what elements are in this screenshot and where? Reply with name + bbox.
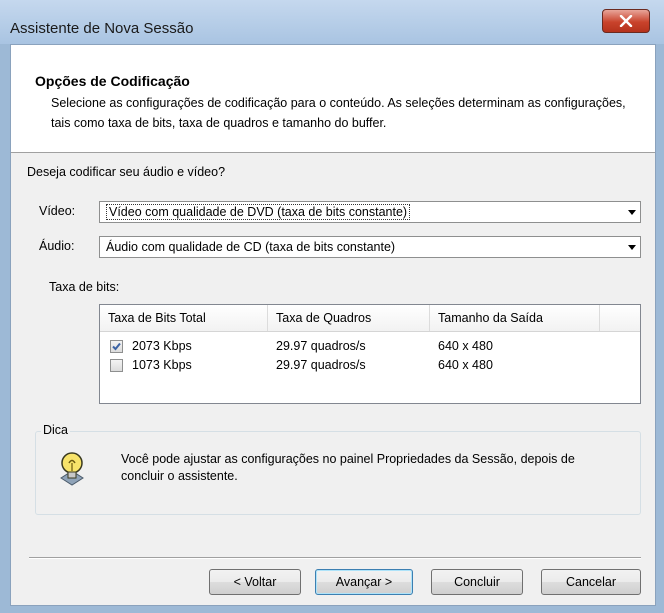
row-checkbox[interactable] xyxy=(110,340,123,353)
table-row[interactable]: 1073 Kbps 29.97 quadros/s 640 x 480 xyxy=(100,356,640,376)
table-row[interactable]: 2073 Kbps 29.97 quadros/s 640 x 480 xyxy=(100,337,640,357)
next-button[interactable]: Avançar > xyxy=(315,569,413,595)
bitrate-list[interactable]: Taxa de Bits Total Taxa de Quadros Taman… xyxy=(99,304,641,404)
finish-button[interactable]: Concluir xyxy=(431,569,523,595)
audio-selected-value: Áudio com qualidade de CD (taxa de bits … xyxy=(106,240,396,254)
size-cell: 640 x 480 xyxy=(438,358,493,372)
video-select[interactable]: Vídeo com qualidade de DVD (taxa de bits… xyxy=(99,201,641,223)
checkmark-icon xyxy=(112,342,121,351)
framerate-cell: 29.97 quadros/s xyxy=(276,339,366,353)
chevron-down-icon[interactable] xyxy=(628,210,636,215)
close-icon xyxy=(619,15,633,27)
page-description: Selecione as configurações de codificaçã… xyxy=(51,96,626,130)
chevron-down-icon[interactable] xyxy=(628,245,636,250)
size-cell: 640 x 480 xyxy=(438,339,493,353)
column-header-filler xyxy=(600,305,640,331)
page-title: Opções de Codificação xyxy=(35,73,190,89)
bitrate-list-header: Taxa de Bits Total Taxa de Quadros Taman… xyxy=(100,305,640,332)
tip-legend: Dica xyxy=(41,423,71,437)
video-selected-value: Vídeo com qualidade de DVD (taxa de bits… xyxy=(106,204,411,220)
footer-divider xyxy=(29,557,641,559)
lightbulb-icon xyxy=(55,450,89,488)
video-label: Vídeo: xyxy=(39,204,76,218)
close-button[interactable] xyxy=(602,9,650,33)
column-header[interactable]: Tamanho da Saída xyxy=(430,305,600,331)
wizard-window: Assistente de Nova Sessão Opções de Codi… xyxy=(0,0,664,613)
row-checkbox[interactable] xyxy=(110,359,123,372)
cancel-button[interactable]: Cancelar xyxy=(541,569,641,595)
bitrate-cell: 1073 Kbps xyxy=(132,358,192,372)
wizard-header: Opções de Codificação Selecione as confi… xyxy=(11,45,655,153)
bitrate-cell: 2073 Kbps xyxy=(132,339,192,353)
tip-text: Você pode ajustar as configurações no pa… xyxy=(121,452,575,483)
audio-select[interactable]: Áudio com qualidade de CD (taxa de bits … xyxy=(99,236,641,258)
audio-label: Áudio: xyxy=(39,239,75,253)
encode-question: Deseja codificar seu áudio e vídeo? xyxy=(27,165,226,179)
column-header[interactable]: Taxa de Bits Total xyxy=(100,305,268,331)
window-title: Assistente de Nova Sessão xyxy=(10,20,194,37)
back-button[interactable]: < Voltar xyxy=(209,569,301,595)
bitrate-label: Taxa de bits: xyxy=(49,280,120,294)
column-header[interactable]: Taxa de Quadros xyxy=(268,305,430,331)
framerate-cell: 29.97 quadros/s xyxy=(276,358,366,372)
title-bar[interactable]: Assistente de Nova Sessão xyxy=(0,0,664,44)
dialog-body: Opções de Codificação Selecione as confi… xyxy=(10,44,656,606)
